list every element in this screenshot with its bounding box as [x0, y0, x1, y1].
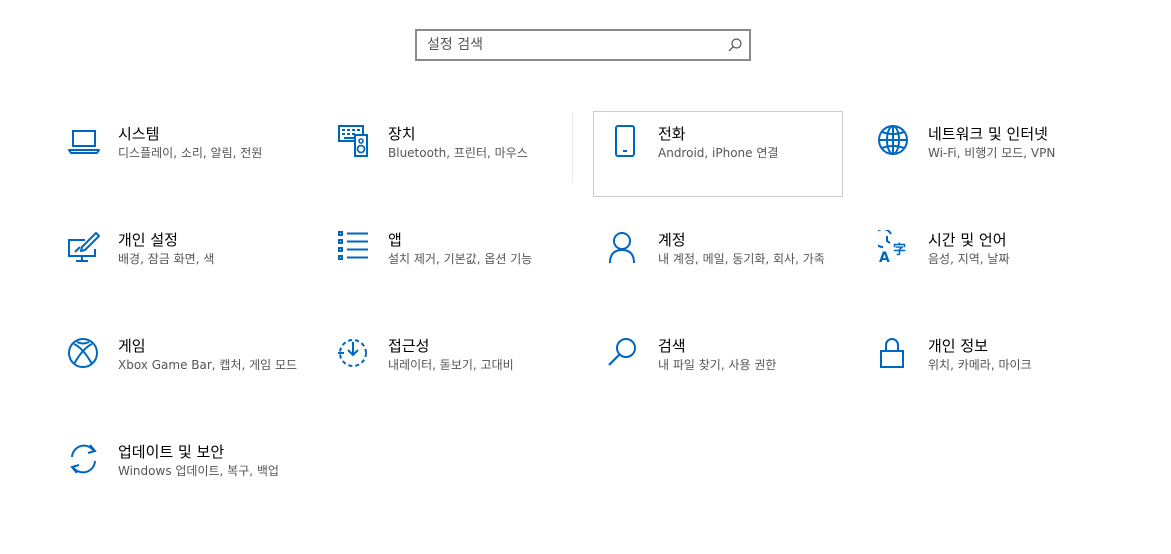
tile-title: 개인 설정	[118, 231, 178, 249]
person-icon	[608, 230, 644, 266]
tile-subtitle: Bluetooth, 프린터, 마우스	[388, 146, 528, 160]
tile-privacy[interactable]: 개인 정보 위치, 카메라, 마이크	[878, 336, 1128, 420]
tile-network[interactable]: 네트워크 및 인터넷 Wi-Fi, 비행기 모드, VPN	[878, 124, 1128, 208]
search-box[interactable]	[415, 29, 751, 61]
tile-subtitle: 위치, 카메라, 마이크	[928, 358, 1032, 372]
tile-subtitle: 디스플레이, 소리, 알림, 전원	[118, 146, 263, 160]
tile-personalization[interactable]: 개인 설정 배경, 잠금 화면, 색	[68, 230, 318, 314]
tile-subtitle: 배경, 잠금 화면, 색	[118, 252, 215, 266]
divider	[572, 112, 573, 182]
apps-list-icon	[338, 230, 374, 266]
tile-title: 게임	[118, 337, 146, 355]
xbox-icon	[68, 336, 104, 372]
laptop-icon	[68, 124, 104, 160]
tile-title: 계정	[658, 231, 686, 249]
tile-subtitle: Android, iPhone 연결	[658, 146, 779, 160]
lock-icon	[878, 336, 914, 372]
tile-apps[interactable]: 앱 설치 제거, 기본값, 옵션 기능	[338, 230, 588, 314]
tile-title: 네트워크 및 인터넷	[928, 125, 1048, 143]
tile-accounts[interactable]: 계정 내 계정, 메일, 동기화, 회사, 가족	[608, 230, 858, 314]
tile-subtitle: 내 파일 찾기, 사용 권한	[658, 358, 777, 372]
tile-time-language[interactable]: A 字 시간 및 언어 음성, 지역, 날짜	[878, 230, 1128, 314]
tile-subtitle: 내레이터, 돋보기, 고대비	[388, 358, 514, 372]
tile-subtitle: 내 계정, 메일, 동기화, 회사, 가족	[658, 252, 825, 266]
tile-title: 접근성	[388, 337, 430, 355]
svg-text:字: 字	[893, 242, 906, 258]
keyboard-speaker-icon	[338, 124, 374, 160]
personalization-icon	[68, 230, 104, 266]
tile-title: 검색	[658, 337, 686, 355]
tile-ease-of-access[interactable]: 접근성 내레이터, 돋보기, 고대비	[338, 336, 588, 420]
tile-subtitle: 설치 제거, 기본값, 옵션 기능	[388, 252, 533, 266]
tile-phone[interactable]: 전화 Android, iPhone 연결	[593, 111, 843, 197]
tile-title: 시간 및 언어	[928, 231, 1007, 249]
tile-update-security[interactable]: 업데이트 및 보안 Windows 업데이트, 복구, 백업	[68, 442, 318, 526]
phone-icon	[609, 124, 645, 160]
search-input[interactable]	[417, 31, 717, 59]
ease-of-access-icon	[338, 336, 374, 372]
tile-title: 업데이트 및 보안	[118, 443, 225, 461]
tile-subtitle: Windows 업데이트, 복구, 백업	[118, 464, 279, 478]
tile-system[interactable]: 시스템 디스플레이, 소리, 알림, 전원	[68, 124, 318, 208]
tile-subtitle: Wi-Fi, 비행기 모드, VPN	[928, 146, 1056, 160]
svg-text:A: A	[879, 250, 890, 266]
tile-title: 개인 정보	[928, 337, 988, 355]
tile-title: 시스템	[118, 125, 160, 143]
update-sync-icon	[68, 442, 104, 478]
globe-icon	[878, 124, 914, 160]
tile-title: 앱	[388, 231, 402, 249]
search-icon[interactable]	[727, 37, 743, 53]
tile-title: 장치	[388, 125, 416, 143]
tile-devices[interactable]: 장치 Bluetooth, 프린터, 마우스	[338, 124, 588, 208]
time-language-icon: A 字	[878, 230, 914, 266]
search-magnifier-icon	[608, 336, 644, 372]
tile-subtitle: Xbox Game Bar, 캡처, 게임 모드	[118, 358, 298, 372]
tile-subtitle: 음성, 지역, 날짜	[928, 252, 1010, 266]
tile-title: 전화	[658, 125, 686, 143]
tile-gaming[interactable]: 게임 Xbox Game Bar, 캡처, 게임 모드	[68, 336, 318, 420]
tile-search[interactable]: 검색 내 파일 찾기, 사용 권한	[608, 336, 858, 420]
